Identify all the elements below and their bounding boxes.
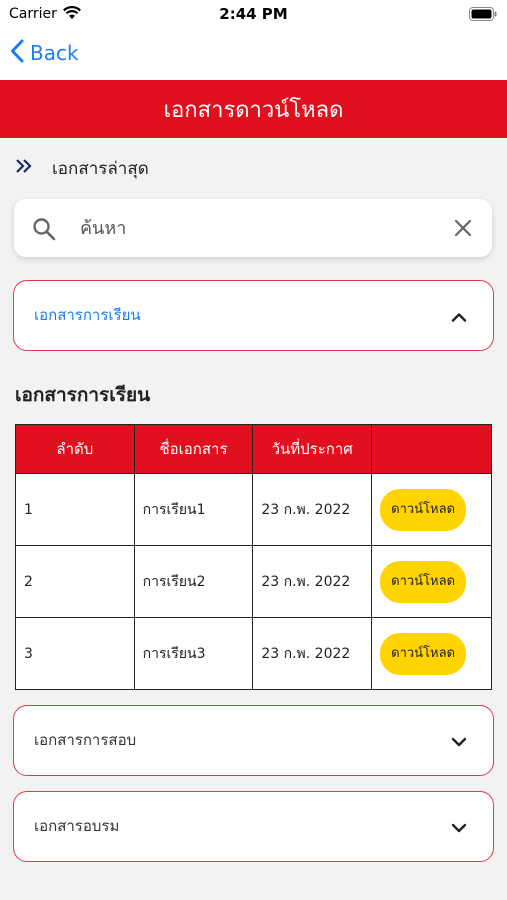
- download-button[interactable]: ดาวน์โหลด: [380, 488, 467, 531]
- page-title: เอกสารดาวน์โหลด: [163, 97, 344, 123]
- search-box: [14, 199, 492, 257]
- download-button[interactable]: ดาวน์โหลด: [380, 560, 467, 603]
- column-header-announce-date: วันที่ประกาศ: [252, 424, 373, 474]
- search-icon: [32, 217, 56, 245]
- row-document-name: การเรียน3: [133, 617, 254, 690]
- battery-icon: [469, 6, 497, 25]
- status-time: 2:44 PM: [219, 5, 288, 23]
- header-banner: เอกสารดาวน์โหลด: [0, 80, 507, 138]
- section-heading: เอกสารล่าสุด: [14, 154, 149, 182]
- row-number: 1: [15, 473, 135, 546]
- navigation-bar: Back: [0, 28, 507, 80]
- table-heading: เอกสารการเรียน: [15, 384, 151, 406]
- row-action-cell: ดาวน์โหลด: [371, 473, 492, 546]
- accordion-training-documents[interactable]: เอกสารอบรม: [13, 791, 494, 862]
- table-row: 2 การเรียน2 23 ก.พ. 2022 ดาวน์โหลด: [15, 545, 492, 618]
- row-date: 23 ก.พ. 2022: [252, 545, 373, 618]
- accordion-label: เอกสารการเรียน: [34, 306, 141, 324]
- row-action-cell: ดาวน์โหลด: [371, 617, 492, 690]
- row-date: 23 ก.พ. 2022: [252, 473, 373, 546]
- section-heading-label: เอกสารล่าสุด: [52, 158, 149, 179]
- chevron-down-icon: [451, 733, 467, 752]
- row-date: 23 ก.พ. 2022: [252, 617, 373, 690]
- column-header-action: [371, 424, 492, 474]
- column-header-number: ลำดับ: [15, 424, 135, 474]
- table-row: 1 การเรียน1 23 ก.พ. 2022 ดาวน์โหลด: [15, 473, 492, 546]
- column-header-document-name: ชื่อเอกสาร: [133, 424, 254, 474]
- back-label: Back: [30, 41, 79, 65]
- search-input[interactable]: [80, 209, 440, 247]
- chevron-down-icon: [451, 819, 467, 838]
- back-chevron-icon: [10, 39, 24, 67]
- download-button[interactable]: ดาวน์โหลด: [380, 632, 467, 675]
- row-document-name: การเรียน2: [133, 545, 254, 618]
- accordion-label: เอกสารการสอบ: [34, 731, 137, 749]
- table-row: 3 การเรียน3 23 ก.พ. 2022 ดาวน์โหลด: [15, 617, 492, 690]
- status-bar: Carrier 2:44 PM: [0, 0, 507, 28]
- clear-search-icon[interactable]: [454, 219, 472, 241]
- documents-table: ลำดับ ชื่อเอกสาร วันที่ประกาศ 1 การเรียน…: [15, 424, 492, 690]
- row-action-cell: ดาวน์โหลด: [371, 545, 492, 618]
- row-number: 3: [15, 617, 135, 690]
- accordion-study-documents[interactable]: เอกสารการเรียน: [13, 280, 494, 351]
- chevron-up-icon: [451, 308, 467, 327]
- back-button[interactable]: Back: [10, 38, 79, 68]
- table-header-row: ลำดับ ชื่อเอกสาร วันที่ประกาศ: [15, 424, 492, 474]
- double-chevron-right-icon: [14, 158, 34, 178]
- accordion-label: เอกสารอบรม: [34, 817, 120, 835]
- accordion-exam-documents[interactable]: เอกสารการสอบ: [13, 705, 494, 776]
- row-document-name: การเรียน1: [133, 473, 254, 546]
- row-number: 2: [15, 545, 135, 618]
